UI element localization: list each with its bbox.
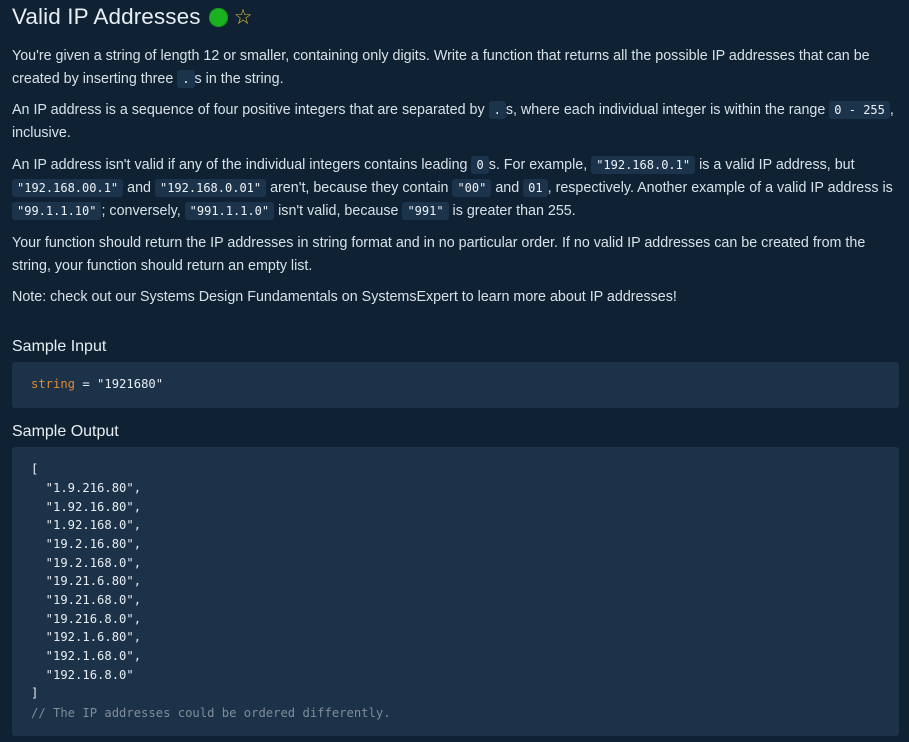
text: isn't valid, because: [274, 203, 403, 219]
sample-input-code: string = "1921680": [12, 362, 899, 408]
text: ; conversely,: [101, 203, 185, 219]
inline-code: "192.168.0.01": [154, 179, 267, 197]
description-paragraph-1: You're given a string of length 12 or sm…: [12, 45, 898, 91]
output-line: "1.92.16.80",: [31, 500, 142, 514]
sample-input-line: string = "1921680": [31, 377, 163, 391]
assignment: = "1921680": [75, 377, 164, 391]
output-line: "19.21.68.0",: [31, 593, 142, 607]
star-icon[interactable]: ☆: [234, 7, 253, 28]
output-line: "19.2.16.80",: [31, 537, 142, 551]
description-paragraph-5: Note: check out our Systems Design Funda…: [12, 289, 677, 305]
variable-name: string: [31, 377, 76, 391]
output-line: "19.21.6.80",: [31, 574, 142, 588]
inline-code: "192.168.00.1": [12, 179, 124, 197]
text: aren't, because they contain: [266, 180, 453, 196]
inline-code: 0: [471, 156, 489, 174]
inline-code: "99.1.1.10": [12, 202, 102, 220]
inline-code: "991.1.1.0": [184, 202, 275, 220]
sample-input-heading: Sample Input: [12, 338, 107, 355]
text: s. For example,: [488, 157, 592, 173]
text: and: [491, 180, 524, 196]
problem-page: Valid IP Addresses ☆ You're given a stri…: [0, 0, 909, 742]
title-row: Valid IP Addresses ☆: [12, 2, 252, 32]
output-line: "19.2.168.0",: [31, 556, 142, 570]
inline-code: "00": [452, 179, 492, 197]
text: An IP address isn't valid if any of the …: [12, 157, 472, 173]
output-line: ]: [31, 686, 39, 700]
description-paragraph-3: An IP address isn't valid if any of the …: [12, 154, 898, 223]
output-comment: // The IP addresses could be ordered dif…: [31, 706, 391, 720]
output-line: "1.92.168.0",: [31, 518, 142, 532]
page-title: Valid IP Addresses: [12, 4, 201, 29]
output-line: "192.1.68.0",: [31, 649, 142, 663]
inline-code: .: [488, 101, 506, 119]
inline-code: "192.168.0.1": [591, 156, 696, 174]
text: is a valid IP address, but: [695, 157, 855, 173]
inline-code: "991": [402, 202, 449, 220]
description-paragraph-2: An IP address is a sequence of four posi…: [12, 99, 898, 145]
output-line: "19.216.8.0",: [31, 612, 142, 626]
sample-output-heading: Sample Output: [12, 423, 119, 440]
green-dot-icon: [208, 7, 228, 27]
description-paragraph-4: Your function should return the IP addre…: [12, 235, 866, 274]
inline-code: 01: [523, 179, 548, 197]
inline-code: .: [177, 70, 195, 88]
output-line: "192.1.6.80",: [31, 630, 142, 644]
inline-code: 0 - 255: [829, 101, 890, 119]
text: An IP address is a sequence of four posi…: [12, 102, 489, 118]
output-line: "1.9.216.80",: [31, 481, 142, 495]
sample-output-code: [ "1.9.216.80", "1.92.16.80", "1.92.168.…: [12, 447, 899, 736]
text: s, where each individual integer is with…: [505, 102, 830, 118]
text: You're given a string of length 12 or sm…: [12, 48, 870, 87]
text: and: [123, 180, 155, 196]
text: , respectively. Another example of a val…: [547, 180, 893, 196]
output-line: "192.16.8.0": [31, 668, 134, 682]
output-line: [: [31, 462, 39, 476]
text: is greater than 255.: [448, 203, 576, 219]
text: s in the string.: [194, 71, 284, 87]
